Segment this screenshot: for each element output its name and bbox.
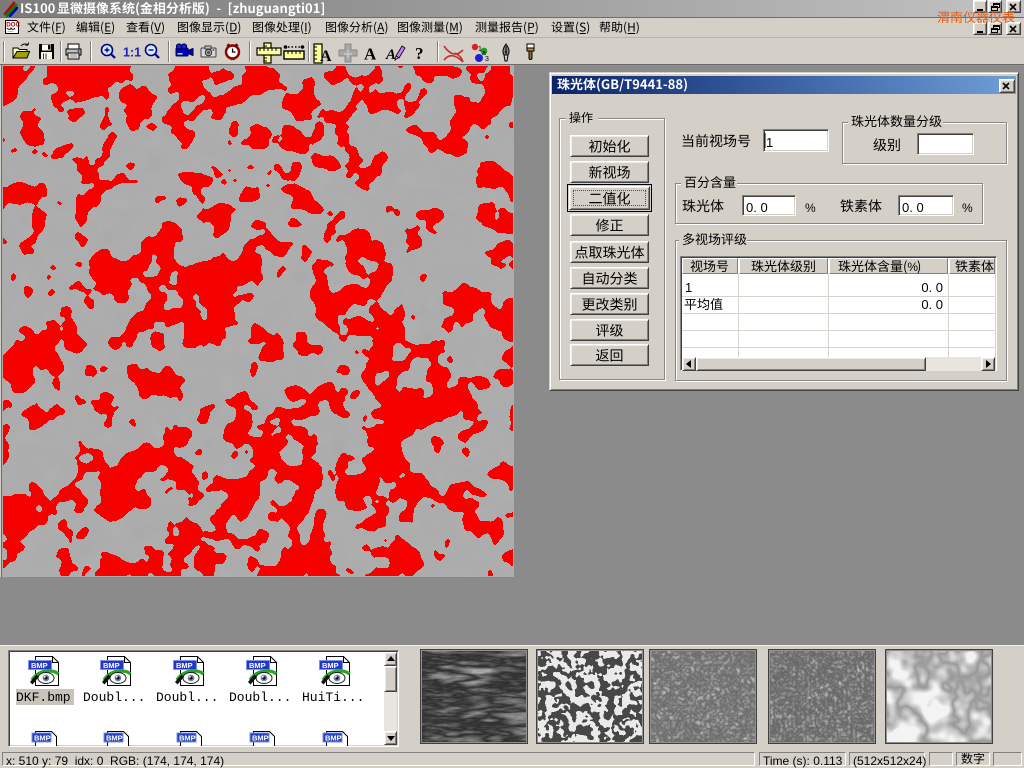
- svg-text:BMP: BMP: [103, 661, 120, 670]
- svg-text:DOC: DOC: [6, 22, 20, 29]
- svg-text:BMP: BMP: [252, 734, 269, 743]
- svg-text:BMP: BMP: [325, 734, 342, 743]
- svg-text:BMP: BMP: [176, 661, 193, 670]
- svg-text:?: ?: [415, 44, 424, 63]
- svg-text:BMP: BMP: [106, 734, 123, 743]
- svg-text:BMP: BMP: [31, 661, 48, 670]
- svg-text:3: 3: [485, 56, 489, 63]
- svg-text:A: A: [385, 47, 396, 63]
- svg-text:BMP: BMP: [34, 734, 51, 743]
- svg-text:A: A: [320, 48, 332, 64]
- svg-text:BMP: BMP: [322, 661, 339, 670]
- svg-text:A: A: [364, 45, 377, 64]
- svg-text:1:1: 1:1: [123, 46, 141, 60]
- svg-text:BMP: BMP: [179, 734, 196, 743]
- svg-text:BMP: BMP: [249, 661, 266, 670]
